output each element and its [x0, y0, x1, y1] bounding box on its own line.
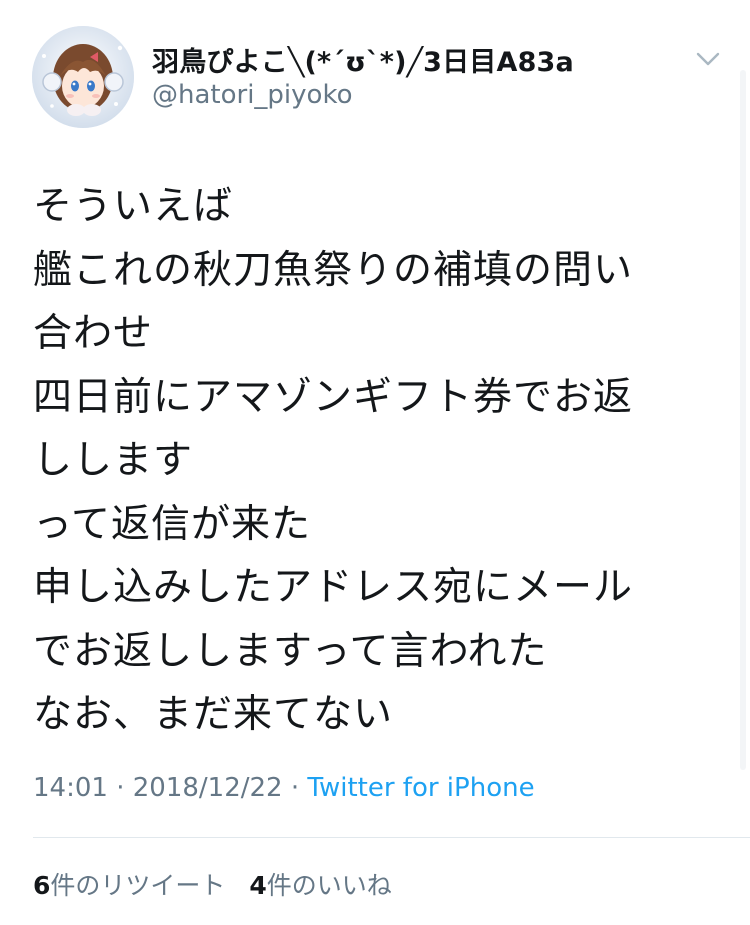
like-count-link[interactable]: 4件のいいね [249, 871, 391, 900]
tweet-text-line: 合わせ [33, 311, 154, 356]
tweet-text-line: なお、まだ来てない [33, 692, 394, 737]
tweet-date: 2018/12/22 [132, 773, 283, 803]
avatar[interactable] [32, 26, 134, 128]
tweet-text-line: 申し込みしたアドレス宛にメール [33, 565, 634, 610]
tweet-text-line: でお返ししますって言われた [33, 628, 548, 674]
avatar-image [32, 26, 134, 128]
retweet-label: 件のリツイート [50, 871, 226, 900]
tweet-text-line: 艦これの秋刀魚祭りの補填の問い [33, 247, 634, 293]
tweet-time: 14:01 [33, 773, 108, 803]
tweet-text-line: そういえば [33, 184, 234, 229]
display-name[interactable]: 羽鳥ぴよこ╲(*´ʊ`*)╱3日目A83a [152, 40, 574, 79]
meta-separator: · [116, 773, 125, 803]
user-handle[interactable]: @hatori_piyoko [152, 80, 352, 110]
like-label: 件のいいね [266, 871, 392, 900]
retweet-count: 6 [33, 871, 51, 900]
tweet-stats: 6件のリツイート 4件のいいね [33, 866, 392, 902]
retweet-count-link[interactable]: 6件のリツイート [33, 871, 225, 900]
meta-separator: · [290, 773, 300, 803]
chevron-down-icon[interactable] [694, 48, 722, 70]
like-count: 4 [249, 871, 267, 900]
tweet-metadata: 14:01 · 2018/12/22 · Twitter for iPhone [33, 773, 535, 803]
tweet-card: 羽鳥ぴよこ╲(*´ʊ`*)╱3日目A83a @hatori_piyoko そうい… [0, 0, 750, 925]
scrollbar[interactable] [740, 70, 746, 770]
tweet-text: そういえば 艦これの秋刀魚祭りの補填の問い 合わせ 四日前にアマゾンギフト券でお… [33, 175, 733, 747]
tweet-source-link[interactable]: Twitter for iPhone [307, 773, 534, 803]
tweet-text-line: しします [33, 438, 194, 483]
tweet-text-line: って返信が来た [33, 501, 312, 547]
divider [33, 837, 750, 838]
tweet-text-line: 四日前にアマゾンギフト券でお返 [33, 374, 634, 420]
